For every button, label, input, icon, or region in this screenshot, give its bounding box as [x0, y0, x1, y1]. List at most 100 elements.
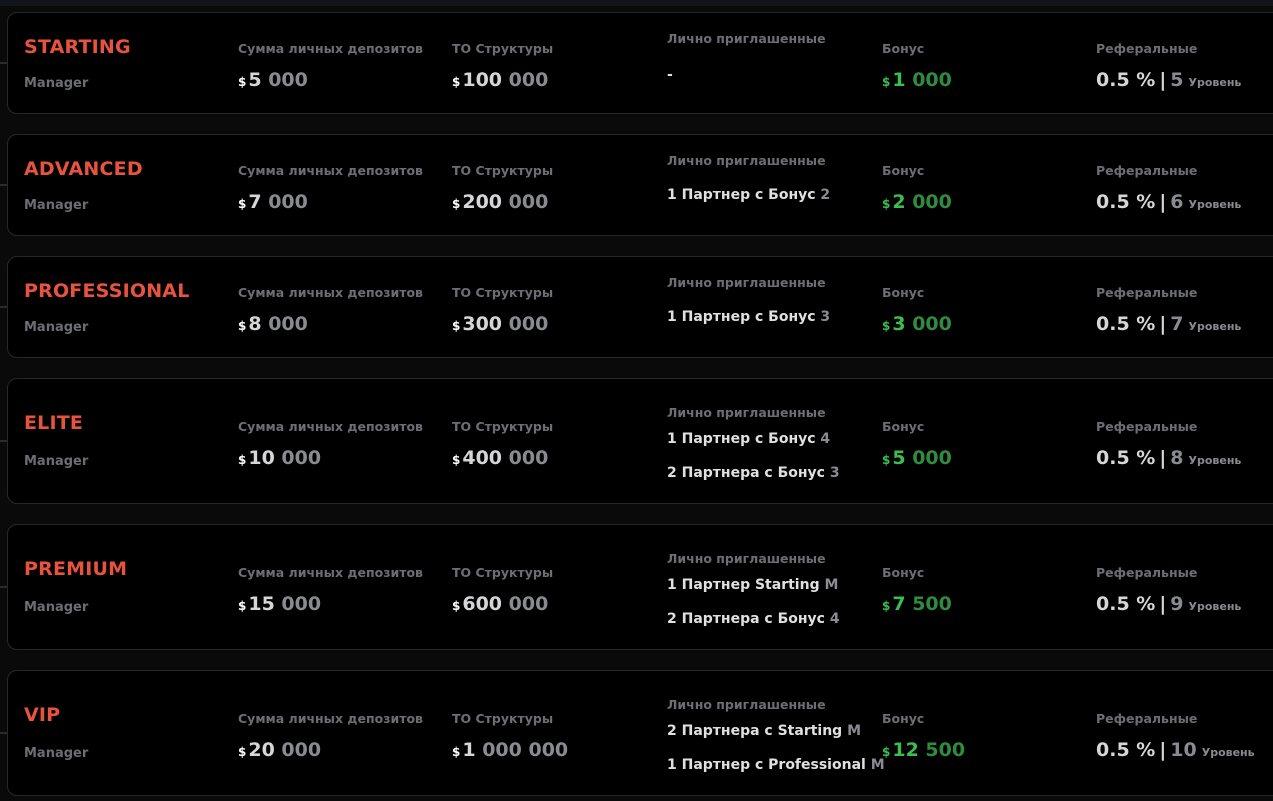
- currency-symbol: $: [452, 75, 461, 89]
- referral-percent: 0.5 %: [1096, 69, 1156, 91]
- deposit-amount-lead: 5: [248, 69, 262, 91]
- currency-symbol: $: [882, 75, 891, 89]
- structure-amount-rest: 000: [502, 447, 549, 469]
- rank-card[interactable]: PREMIUM Manager Сумма личных депозитов ТО С…: [7, 524, 1273, 650]
- structure-amount-lead: 600: [462, 593, 503, 615]
- rank-subtitle: Manager: [24, 198, 89, 213]
- referral-rate: 0.5 % | 8 Уровень: [1096, 447, 1241, 469]
- referral-percent: 0.5 %: [1096, 447, 1156, 469]
- deposit-amount-rest: 000: [261, 313, 308, 335]
- label-referral: Реферальные: [1096, 565, 1198, 580]
- structure-amount-rest: 000: [502, 191, 549, 213]
- label-structure: ТО Структуры: [452, 41, 554, 56]
- invited-requirement-suffix: 4: [825, 611, 840, 627]
- referral-percent: 0.5 %: [1096, 739, 1156, 761]
- referral-level-word: Уровень: [1188, 198, 1242, 211]
- referral-rate: 0.5 % | 5 Уровень: [1096, 69, 1241, 91]
- currency-symbol: $: [452, 197, 461, 211]
- rank-card[interactable]: ELITE Manager Сумма личных депозитов ТО Стр…: [7, 378, 1273, 504]
- label-referral: Реферальные: [1096, 285, 1198, 300]
- label-structure: ТО Структуры: [452, 565, 554, 580]
- invited-requirement-main: 1 Партнер с Бонус: [667, 431, 816, 447]
- bonus-amount: $2 000: [882, 191, 952, 213]
- referral-separator: |: [1159, 593, 1167, 615]
- label-bonus: Бонус: [882, 711, 925, 726]
- currency-symbol: $: [452, 599, 461, 613]
- invited-requirement-main: 1 Партнер с Бонус: [667, 309, 816, 325]
- label-deposits: Сумма личных депозитов: [238, 419, 423, 434]
- label-structure: ТО Структуры: [452, 163, 554, 178]
- rank-subtitle: Manager: [24, 454, 89, 469]
- bonus-amount-lead: 7: [892, 593, 906, 615]
- label-bonus: Бонус: [882, 285, 925, 300]
- bonus-amount: $3 000: [882, 313, 952, 335]
- rank-list: STARTING Manager Сумма личных депозитов ТО …: [0, 0, 1273, 801]
- currency-symbol: $: [238, 599, 247, 613]
- invited-requirement-main: 2 Партнера с Бонус: [667, 465, 825, 481]
- label-invited: Лично приглашенные: [667, 153, 826, 168]
- invited-requirement: 1 Партнер с Бонус 2: [667, 187, 830, 203]
- label-referral: Реферальные: [1096, 711, 1198, 726]
- structure-amount: $400 000: [452, 447, 548, 469]
- bonus-amount-rest: 500: [918, 739, 966, 761]
- invited-requirement: 2 Партнера с Бонус 3: [667, 465, 840, 481]
- deposit-amount: $8 000: [238, 313, 308, 335]
- rank-card[interactable]: STARTING Manager Сумма личных депозитов ТО …: [7, 12, 1273, 114]
- referral-level-word: Уровень: [1188, 454, 1242, 467]
- currency-symbol: $: [882, 453, 891, 467]
- label-structure: ТО Структуры: [452, 419, 554, 434]
- deposit-amount-rest: 000: [261, 191, 308, 213]
- deposit-amount-lead: 15: [248, 593, 275, 615]
- invited-requirement: 1 Партнер с Professional M: [667, 757, 885, 773]
- invited-requirement-suffix: 2: [815, 187, 831, 203]
- structure-amount-lead: 300: [462, 313, 503, 335]
- rank-card[interactable]: PROFESSIONAL Manager Сумма личных депозито…: [7, 256, 1273, 358]
- label-referral: Реферальные: [1096, 41, 1198, 56]
- referral-level-word: Уровень: [1188, 600, 1242, 613]
- deposit-amount-rest: 000: [274, 593, 322, 615]
- invited-requirement-suffix: M: [865, 757, 885, 773]
- referral-level-word: Уровень: [1201, 746, 1255, 759]
- referral-level: 5: [1170, 69, 1184, 91]
- rank-name: ELITE: [24, 412, 84, 434]
- bonus-amount-lead: 2: [892, 191, 906, 213]
- rank-card[interactable]: VIP Manager Сумма личных депозитов ТО Струк…: [7, 670, 1273, 796]
- invited-requirement: 2 Партнера с Starting M: [667, 723, 861, 739]
- label-invited: Лично приглашенные: [667, 551, 826, 566]
- structure-amount: $100 000: [452, 69, 548, 91]
- structure-amount: $1 000 000: [452, 739, 568, 761]
- structure-amount: $200 000: [452, 191, 548, 213]
- deposit-amount: $15 000: [238, 593, 321, 615]
- label-deposits: Сумма личных депозитов: [238, 285, 423, 300]
- rank-name: VIP: [24, 704, 61, 726]
- deposit-amount-rest: 000: [261, 69, 308, 91]
- currency-symbol: $: [238, 745, 247, 759]
- label-invited: Лично приглашенные: [667, 275, 826, 290]
- invited-requirement: -: [667, 67, 673, 83]
- referral-separator: |: [1159, 447, 1167, 469]
- currency-symbol: $: [882, 319, 891, 333]
- rank-card[interactable]: ADVANCED Manager Сумма личных депозитов ТО …: [7, 134, 1273, 236]
- referral-level-word: Уровень: [1188, 320, 1242, 333]
- deposit-amount: $5 000: [238, 69, 308, 91]
- referral-percent: 0.5 %: [1096, 593, 1156, 615]
- structure-amount-lead: 400: [462, 447, 503, 469]
- structure-amount: $300 000: [452, 313, 548, 335]
- bonus-amount-rest: 500: [905, 593, 952, 615]
- rank-name: STARTING: [24, 36, 131, 58]
- currency-symbol: $: [238, 75, 247, 89]
- invited-requirement-suffix: M: [842, 723, 862, 739]
- referral-rate: 0.5 % | 9 Уровень: [1096, 593, 1241, 615]
- label-deposits: Сумма личных депозитов: [238, 565, 423, 580]
- structure-amount-lead: 100: [462, 69, 503, 91]
- bonus-amount-rest: 000: [905, 69, 952, 91]
- bonus-amount-lead: 3: [892, 313, 906, 335]
- deposit-amount: $10 000: [238, 447, 321, 469]
- label-deposits: Сумма личных депозитов: [238, 711, 423, 726]
- rank-name: PREMIUM: [24, 558, 128, 580]
- structure-amount-lead: 1: [462, 739, 476, 761]
- rank-subtitle: Manager: [24, 76, 89, 91]
- currency-symbol: $: [452, 319, 461, 333]
- label-deposits: Сумма личных депозитов: [238, 41, 423, 56]
- label-deposits: Сумма личных депозитов: [238, 163, 423, 178]
